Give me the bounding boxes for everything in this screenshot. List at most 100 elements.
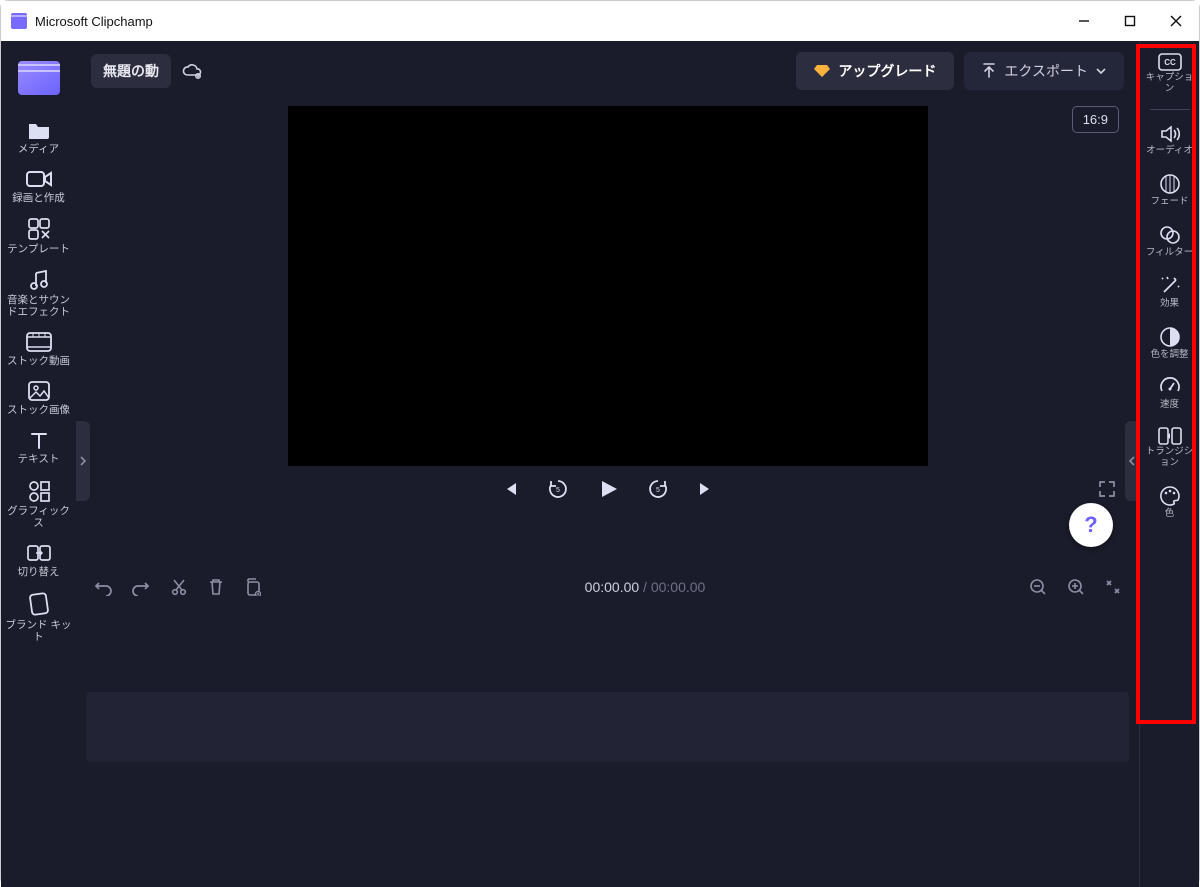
upgrade-button[interactable]: アップグレード [796,52,954,90]
sidebar-item-transitions[interactable]: 切り替え [4,543,74,578]
cloud-sync-icon[interactable] [181,62,203,80]
chevron-down-icon [1096,67,1106,75]
export-button[interactable]: エクスポート [964,52,1124,90]
redo-button[interactable] [132,578,150,596]
rsb-label: キャプション [1142,73,1198,95]
film-icon [26,332,52,352]
rsb-item-effects[interactable]: 効果 [1142,269,1198,316]
fullscreen-icon[interactable] [1097,479,1117,499]
captions-icon: CC [1158,53,1182,71]
help-button[interactable]: ? [1069,503,1113,547]
sidebar-item-brand-kit[interactable]: ブランド キット [4,592,74,643]
music-note-icon [28,269,50,291]
timeline-toolbar: 00:00.00 / 00:00.00 [76,567,1139,607]
right-drawer-toggle[interactable] [1125,421,1139,501]
speaker-icon [1159,124,1181,144]
svg-text:5: 5 [556,487,560,494]
sidebar-label: 録画と作成 [4,192,74,204]
rsb-item-filter[interactable]: フィルター [1142,218,1198,265]
fade-icon [1159,173,1181,195]
window-maximize-button[interactable] [1107,1,1153,41]
sidebar-item-graphics[interactable]: グラフィックス [4,480,74,529]
sidebar-label: テンプレート [4,243,74,255]
sidebar-label: 音楽とサウンドエフェクト [4,294,74,318]
zoom-in-button[interactable] [1067,578,1085,596]
aspect-ratio-badge[interactable]: 16:9 [1072,106,1119,133]
sidebar-label: テキスト [4,453,74,465]
shapes-icon [28,480,50,502]
palette-icon [1159,485,1181,507]
diamond-icon [814,64,830,78]
left-sidebar: メディア 録画と作成 テンプレート 音楽とサウンドエフェクト ストック動画 スト… [1,41,76,887]
sidebar-label: ブランド キット [4,619,74,643]
project-title-chip[interactable]: 無題の動 [91,54,171,88]
undo-button[interactable] [94,578,112,596]
rsb-item-speed[interactable]: 速度 [1142,370,1198,417]
fit-zoom-button[interactable] [1105,579,1121,595]
preview-area: 16:9 5 5 ? [76,101,1139,567]
video-camera-icon [26,169,52,189]
svg-text:5: 5 [656,487,660,494]
delete-button[interactable] [208,578,224,596]
card-icon [29,592,49,616]
right-sidebar: CC キャプション オーディオ フェード フィルター 効果 色を調整 速度 [1139,41,1199,887]
rsb-item-transition[interactable]: トランジション [1142,421,1198,475]
text-icon [29,430,49,450]
export-label: エクスポート [1004,61,1088,81]
window-title: Microsoft Clipchamp [35,14,1061,29]
contrast-icon [1159,326,1181,348]
rewind-5-icon[interactable]: 5 [547,478,569,500]
sidebar-label: 切り替え [4,566,74,578]
sidebar-item-template[interactable]: テンプレート [4,218,74,255]
sidebar-item-text[interactable]: テキスト [4,430,74,465]
transition-icon [27,543,51,563]
magic-wand-icon [1159,275,1181,297]
skip-forward-icon[interactable] [697,480,715,498]
rsb-item-color[interactable]: 色 [1142,479,1198,526]
image-icon [28,381,50,401]
copy-button[interactable] [244,578,261,596]
playback-controls: 5 5 [76,478,1139,500]
window-minimize-button[interactable] [1061,1,1107,41]
timeline-tracks[interactable] [76,607,1139,887]
time-display: 00:00.00 / 00:00.00 [281,579,1009,595]
current-time: 00:00.00 [585,579,640,595]
rsb-item-color-adjust[interactable]: 色を調整 [1142,320,1198,367]
upload-icon [982,63,996,79]
rsb-item-audio[interactable]: オーディオ [1142,118,1198,163]
gauge-icon [1159,376,1181,398]
sidebar-item-stock-image[interactable]: ストック画像 [4,381,74,416]
cut-button[interactable] [170,578,188,596]
zoom-out-button[interactable] [1029,578,1047,596]
sidebar-item-media[interactable]: メディア [4,120,74,155]
rsb-label: 効果 [1142,299,1198,310]
sidebar-label: ストック画像 [4,404,74,416]
video-preview-canvas[interactable] [288,106,928,466]
sidebar-item-music[interactable]: 音楽とサウンドエフェクト [4,269,74,318]
left-drawer-toggle[interactable] [76,421,90,501]
rsb-label: フェード [1142,197,1198,208]
svg-text:CC: CC [1164,58,1176,67]
sidebar-label: ストック動画 [4,355,74,367]
filter-icon [1159,224,1181,246]
clipchamp-logo[interactable] [18,61,60,95]
folder-icon [27,120,51,140]
skip-back-icon[interactable] [501,480,519,498]
upgrade-label: アップグレード [838,61,936,81]
rsb-item-fade[interactable]: フェード [1142,167,1198,214]
sidebar-item-record[interactable]: 録画と作成 [4,169,74,204]
window-close-button[interactable] [1153,1,1199,41]
rsb-item-captions[interactable]: CC キャプション [1142,47,1198,101]
play-button[interactable] [597,478,619,500]
sidebar-label: メディア [4,143,74,155]
template-icon [28,218,50,240]
divider [1150,109,1190,110]
rsb-label: 速度 [1142,400,1198,411]
rsb-label: 色 [1142,509,1198,520]
top-toolbar: 無題の動 アップグレード エクスポート [76,41,1139,101]
rsb-label: オーディオ [1142,146,1198,157]
sidebar-item-stock-video[interactable]: ストック動画 [4,332,74,367]
empty-track[interactable] [86,692,1129,762]
rsb-label: トランジション [1142,447,1198,469]
forward-5-icon[interactable]: 5 [647,478,669,500]
